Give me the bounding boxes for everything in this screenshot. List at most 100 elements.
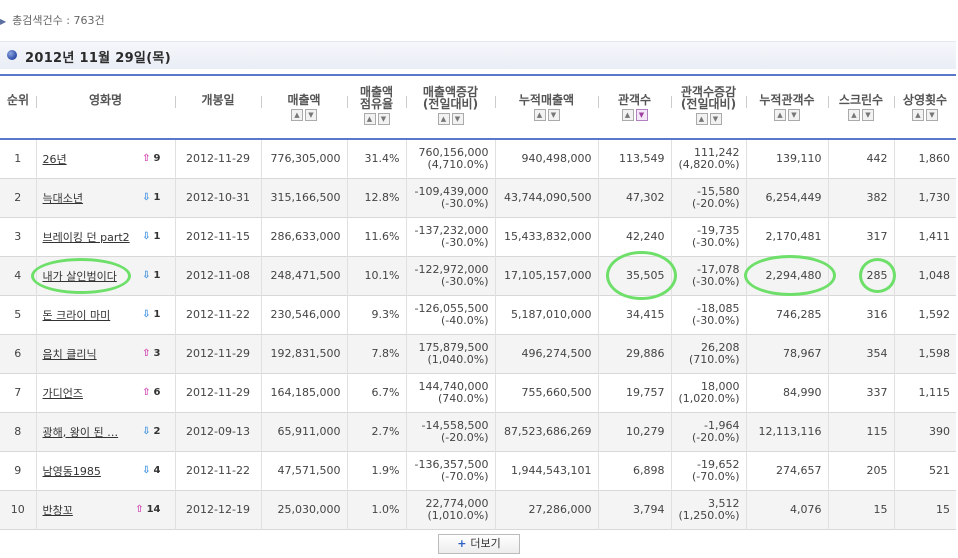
- rank-change: ⇧ 6: [142, 386, 161, 398]
- movie-title-link[interactable]: 반창꼬: [43, 504, 73, 517]
- rank-cell: 7: [14, 386, 22, 399]
- cum-sales-cell: 87,523,686,269: [494, 412, 598, 451]
- movie-title-link[interactable]: 남영동1985: [43, 465, 101, 478]
- audience-value: 3,794: [633, 503, 665, 516]
- audience-cell: 10,279: [597, 412, 671, 451]
- table-row: 9 남영동1985 ⇩ 4 2012-11-22 47,571,500 1.9% -136,3…: [0, 451, 956, 490]
- more-button[interactable]: + 더보기: [438, 534, 520, 554]
- audience-value: 29,886: [626, 347, 665, 360]
- open-date-cell: 2012-11-15: [174, 217, 261, 256]
- highlight-circle: 2,294,480: [743, 255, 836, 296]
- sort-desc-share-button[interactable]: ▼: [377, 113, 390, 125]
- plus-icon: +: [457, 537, 467, 550]
- open-date-cell: 2012-11-22: [174, 451, 261, 490]
- sort-desc-audience-button[interactable]: ▼: [635, 109, 648, 121]
- sort-desc-sales-button[interactable]: ▼: [305, 109, 317, 121]
- movie-title-link[interactable]: 내가 살인범이다: [43, 270, 117, 283]
- movie-title-link[interactable]: 브레이킹 던 part2: [43, 231, 130, 244]
- sort-desc-cum-audience-button[interactable]: ▼: [788, 109, 800, 121]
- movie-title-link[interactable]: 음치 클리닉: [43, 348, 97, 361]
- screens-value: 337: [866, 386, 888, 399]
- rank-change: ⇧ 3: [142, 347, 161, 359]
- rank-change: ⇧ 9: [142, 153, 161, 164]
- shows-cell: 1,048: [893, 256, 956, 295]
- rank-change: ⇩ 1: [142, 308, 161, 320]
- screens-value: 205: [866, 464, 888, 477]
- audience-cell: 47,302: [597, 178, 671, 217]
- sales-cell: 25,030,000: [260, 490, 347, 529]
- sort-asc-cum-sales-button[interactable]: ▲: [533, 109, 546, 121]
- sort-asc-sales-button[interactable]: ▲: [291, 109, 303, 121]
- sales-cell: 776,305,000: [260, 139, 347, 178]
- movie-title-link[interactable]: 광해, 왕이 된 …: [43, 426, 119, 439]
- share-cell: 10.1%: [346, 256, 406, 295]
- shows-cell: 1,592: [893, 295, 956, 334]
- table-row: 6 음치 클리닉 ⇧ 3 2012-11-29 192,831,500 7.8% 175,87…: [0, 334, 956, 373]
- share-cell: 9.3%: [346, 295, 406, 334]
- movie-title-link[interactable]: 가디언즈: [43, 387, 83, 400]
- aud-change-cell: -17,078 (-30.0%): [670, 256, 746, 295]
- audience-cell: 42,240: [597, 217, 671, 256]
- movie-title-link[interactable]: 26년: [43, 153, 67, 166]
- shows-cell: 15: [893, 490, 956, 529]
- rank-cell: 8: [14, 425, 22, 438]
- sort-asc-shows-button[interactable]: ▲: [912, 109, 924, 121]
- screens-cell: 316: [827, 295, 894, 334]
- cum-audience-cell: 4,076: [745, 490, 828, 529]
- sort-asc-audience-button[interactable]: ▲: [621, 109, 634, 121]
- screens-value: 354: [866, 347, 888, 360]
- shows-cell: 1,115: [893, 373, 956, 412]
- title-cell: 가디언즈 ⇧ 6: [35, 373, 175, 412]
- total-count-label: 총검색건수 : 763건: [12, 14, 105, 27]
- sort-asc-cum-audience-button[interactable]: ▲: [774, 109, 786, 121]
- highlight-circle: 35,505: [606, 251, 676, 300]
- sales-change-cell: -126,055,500 (-40.0%): [405, 295, 495, 334]
- sort-asc-screens-button[interactable]: ▲: [848, 109, 860, 121]
- aud-change-cell: -19,735 (-30.0%): [670, 217, 746, 256]
- aud-change-cell: -15,580 (-20.0%): [670, 178, 746, 217]
- open-date-cell: 2012-10-31: [174, 178, 261, 217]
- audience-cell: 6,898: [597, 451, 671, 490]
- audience-cell: 3,794: [597, 490, 671, 529]
- circle-bullet-icon: [7, 50, 17, 60]
- sort-desc-cum-sales-button[interactable]: ▼: [547, 109, 560, 121]
- movie-title-link[interactable]: 늑대소년: [43, 192, 83, 205]
- arrow-down-icon: ⇩: [142, 308, 151, 320]
- boxoffice-table: 순위 영화명 개봉일 매출액 ▲ ▼ 매출액 점유율 ▲ ▼ 매출액증감 (전일대비) …: [0, 74, 956, 530]
- sort-asc-aud-change-button[interactable]: ▲: [695, 113, 708, 125]
- sort-desc-shows-button[interactable]: ▼: [926, 109, 938, 121]
- screens-cell: 317: [827, 217, 894, 256]
- screens-cell: 382: [827, 178, 894, 217]
- sales-cell: 286,633,000: [260, 217, 347, 256]
- col-shows: 상영횟수 ▲ ▼: [894, 75, 956, 139]
- title-cell: 반창꼬 ⇧ 14: [35, 490, 175, 529]
- audience-cell: 34,415: [597, 295, 671, 334]
- cum-sales-cell: 27,286,000: [494, 490, 598, 529]
- audience-value: 47,302: [626, 191, 665, 204]
- cum-audience-cell: 78,967: [745, 334, 828, 373]
- sales-change-cell: -14,558,500 (-20.0%): [405, 412, 495, 451]
- open-date-cell: 2012-11-08: [174, 256, 261, 295]
- movie-title-link[interactable]: 돈 크라이 마미: [43, 309, 111, 322]
- sort-asc-sales-change-button[interactable]: ▲: [437, 113, 450, 125]
- col-cum-audience: 누적관객수 ▲ ▼: [746, 75, 828, 139]
- aud-change-cell: -18,085 (-30.0%): [670, 295, 746, 334]
- title-cell: 광해, 왕이 된 … ⇩ 2: [35, 412, 175, 451]
- sort-desc-screens-button[interactable]: ▼: [862, 109, 874, 121]
- arrow-up-icon: ⇧: [142, 386, 151, 398]
- screens-value: 316: [866, 308, 888, 321]
- sort-desc-aud-change-button[interactable]: ▼: [709, 113, 722, 125]
- open-date-cell: 2012-11-29: [174, 334, 261, 373]
- sort-desc-sales-change-button[interactable]: ▼: [451, 113, 464, 125]
- aud-change-cell: 26,208 (710.0%): [670, 334, 746, 373]
- screens-cell: 15: [827, 490, 894, 529]
- aud-change-cell: 3,512 (1,250.0%): [670, 490, 746, 529]
- screens-value: 285: [866, 269, 888, 282]
- col-audience: 관객수 ▲ ▼: [598, 75, 671, 139]
- audience-cell: 19,757: [597, 373, 671, 412]
- screens-cell: 354: [827, 334, 894, 373]
- sort-asc-share-button[interactable]: ▲: [363, 113, 376, 125]
- cum-audience-cell: 6,254,449: [745, 178, 828, 217]
- open-date-cell: 2012-09-13: [174, 412, 261, 451]
- rank-cell: 2: [14, 191, 22, 204]
